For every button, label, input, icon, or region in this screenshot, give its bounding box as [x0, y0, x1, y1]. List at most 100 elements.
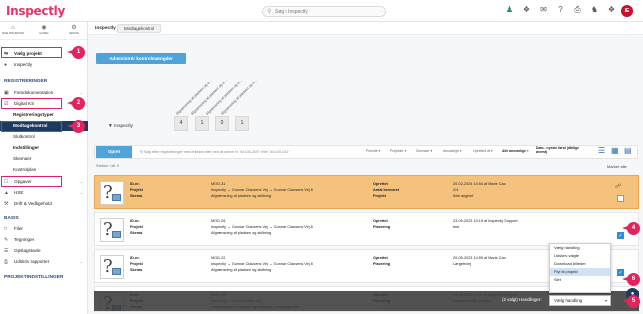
- row-checkbox[interactable]: ✓: [617, 232, 624, 239]
- registration-search[interactable]: ⚲ Søg efter registreringer med fritekst …: [140, 149, 290, 154]
- row-values-2: 20-05-2023 14:55 af Marie Cao Lørgetnvej: [453, 255, 506, 267]
- excel-icon[interactable]: ▦: [611, 146, 619, 155]
- tab-mine-projekter[interactable]: ⌂ MINE PROJEKTER: [2, 24, 24, 35]
- board-icon: ☰: [4, 248, 9, 254]
- help-icon[interactable]: ?: [554, 5, 567, 14]
- filter-periode[interactable]: Periode ▾: [366, 149, 380, 153]
- sidebar-item-indstillinger[interactable]: Indstillinger: [0, 143, 88, 153]
- bell-icon[interactable]: ♞: [588, 5, 601, 14]
- highlight-box-select-project: [1, 47, 62, 58]
- sidebar-item-skemaer[interactable]: Skemaer: [0, 154, 88, 164]
- filter-skemaer[interactable]: Skemaer ▾: [416, 149, 432, 153]
- app-logo[interactable]: Inspectly: [6, 4, 65, 18]
- row-checkbox[interactable]: [617, 195, 624, 202]
- value-skema: Afgrænsning af pladsen og skiltning: [211, 268, 272, 272]
- admin-control-quantities-button[interactable]: Administrér kontrolmængder: [96, 53, 186, 64]
- menu-item-choose[interactable]: Vælg handling: [550, 244, 610, 252]
- sidebar-item-slutkontrol[interactable]: Slutkontrol: [0, 132, 88, 142]
- value-2: test: [453, 225, 460, 229]
- pin-icon[interactable]: ❖: [605, 5, 618, 14]
- row-labels: ID-nr.ProjektSkema: [130, 218, 143, 236]
- sidebar-item-kontrolplan[interactable]: Kontrolplan: [0, 165, 88, 175]
- filter-ansvarlige[interactable]: Ansvarlige ▾: [443, 149, 462, 153]
- sidebar-item-registreringstyper[interactable]: Registreringstyper: [0, 110, 88, 120]
- sidebar-item-filer[interactable]: □ Filer: [0, 224, 88, 234]
- sidebar-item-fotodokumentation[interactable]: ▣ Fotodokumentation ⌄: [0, 88, 88, 98]
- apps-icon[interactable]: ❖: [520, 5, 533, 14]
- row-labels-2: OprettetPlacering: [373, 255, 390, 267]
- filter-alle-ansvarlige[interactable]: Alle ansvarlige ▾: [502, 149, 529, 153]
- image-icon: [112, 231, 121, 238]
- sidebar-item-hse[interactable]: ▲ HSE ⌄: [0, 188, 88, 198]
- count-cell[interactable]: 0: [215, 116, 229, 131]
- breadcrumb-current: Modtagekontrol: [117, 24, 162, 33]
- sidebar-item-tegninger[interactable]: ✎ Tegninger: [0, 235, 88, 245]
- search-input[interactable]: [275, 7, 375, 16]
- breadcrumb-root[interactable]: Inspectly: [95, 26, 116, 31]
- count-cell[interactable]: 1: [195, 116, 209, 131]
- value-1: 20-02-2024 14:54 af Marie Cao: [453, 182, 506, 186]
- camera-icon: ▣: [4, 90, 9, 96]
- label-2: Placering: [373, 225, 391, 229]
- chevron-down-icon: ⌄: [79, 179, 83, 184]
- count-cell[interactable]: 4: [174, 116, 188, 131]
- label-skema: Skema: [130, 268, 143, 272]
- notification-icon[interactable]: ✉: [537, 5, 550, 14]
- label-skema: Skema: [130, 194, 143, 198]
- tab-label: MINE PROJEKTER: [2, 32, 24, 35]
- print-icon: ⎙: [4, 259, 9, 265]
- table-row[interactable]: ? ID-nr. Projekt Skema MOD-31 Inspectly → G…: [94, 175, 639, 209]
- globe-icon: ◉: [41, 25, 47, 31]
- callout-3: 3: [67, 120, 85, 133]
- row-values-2: 20-02-2024 14:54 af Marie Cao 2/4 Ikke ang…: [453, 181, 506, 199]
- share-icon[interactable]: ☍: [615, 183, 621, 190]
- row-checkbox[interactable]: ✓: [617, 269, 624, 276]
- pdf-icon[interactable]: ▤: [624, 146, 632, 155]
- item-label: Udskriv rapporter: [14, 259, 50, 264]
- bulk-action-select[interactable]: Vælg handling ▾: [549, 295, 611, 306]
- person-icon[interactable]: ♟: [503, 5, 516, 14]
- wrench-icon: ⚒: [4, 201, 9, 207]
- inspectly-group-toggle[interactable]: ▼ Inspectly: [108, 124, 133, 129]
- item-label: Drift & Vedligehold: [14, 201, 52, 206]
- project-label: Inspectly: [14, 62, 33, 67]
- print-icon[interactable]: ⎙: [571, 5, 584, 15]
- sidebar-project[interactable]: ● Inspectly: [0, 60, 88, 70]
- menu-item-print[interactable]: Udskriv valgte: [550, 252, 610, 260]
- image-icon: [112, 194, 121, 201]
- bulk-action-menu: Vælg handling Udskriv valgte Download bi…: [549, 243, 611, 293]
- callout-4: 4: [622, 222, 640, 235]
- mark-all-link[interactable]: Markér alle: [607, 164, 627, 169]
- sidebar-item-drift[interactable]: ⚒ Drift & Vedligehold: [0, 199, 88, 209]
- create-button[interactable]: Opret: [96, 146, 132, 158]
- sort-dropdown[interactable]: Dato - nyeste først (dårlige øverst): [536, 146, 584, 154]
- table-row[interactable]: ? ID-nr. Projekt Skema MOD-26 Inspectly → G…: [94, 212, 639, 246]
- search-icon: ⚲: [267, 9, 272, 15]
- group-label: Inspectly: [114, 124, 134, 129]
- menu-item-move-to-project[interactable]: Flyt til projekt: [550, 268, 610, 276]
- home-icon: ⌂: [11, 25, 15, 31]
- thumbnail: ?: [100, 255, 124, 279]
- sidebar-item-opslagstavle[interactable]: ☰ Opslagstavle: [0, 246, 88, 256]
- filter-oprettet-af[interactable]: Opretted af ▾: [473, 149, 493, 153]
- tab-global[interactable]: ◉ GLOBAL: [33, 24, 55, 35]
- tab-label: GLOBAL: [38, 32, 49, 35]
- sidebar-item-udskriv[interactable]: ⎙ Udskriv rapporter ⌄: [0, 257, 88, 267]
- callout-5: 5: [622, 295, 640, 308]
- filter-label: Periode: [366, 149, 378, 153]
- tab-seneste[interactable]: ⚙ SENSTE: [63, 24, 85, 35]
- global-search[interactable]: ⚲: [262, 6, 386, 17]
- filter-projekter[interactable]: Projekter ▾: [390, 149, 406, 153]
- count-cell[interactable]: 1: [235, 116, 249, 131]
- list-view-icon[interactable]: ☰: [598, 146, 605, 155]
- caret-down-icon: ▼: [108, 124, 113, 129]
- user-avatar[interactable]: IE: [621, 5, 633, 17]
- menu-item-delete[interactable]: Slet: [550, 276, 610, 284]
- filter-label: Projekter: [390, 149, 404, 153]
- menu-item-download[interactable]: Download billeder: [550, 260, 610, 268]
- label-2: Placering: [373, 262, 391, 266]
- section-registreringer: REGISTRERINGER: [4, 79, 48, 84]
- filter-label: Ansvarlige: [443, 149, 459, 153]
- sidebar: ⌂ MINE PROJEKTER ◉ GLOBAL ⚙ SENSTE ⇆ Vælg pr…: [0, 22, 88, 314]
- value-skema: Afgrænsning af pladsen og skiltning: [211, 231, 272, 235]
